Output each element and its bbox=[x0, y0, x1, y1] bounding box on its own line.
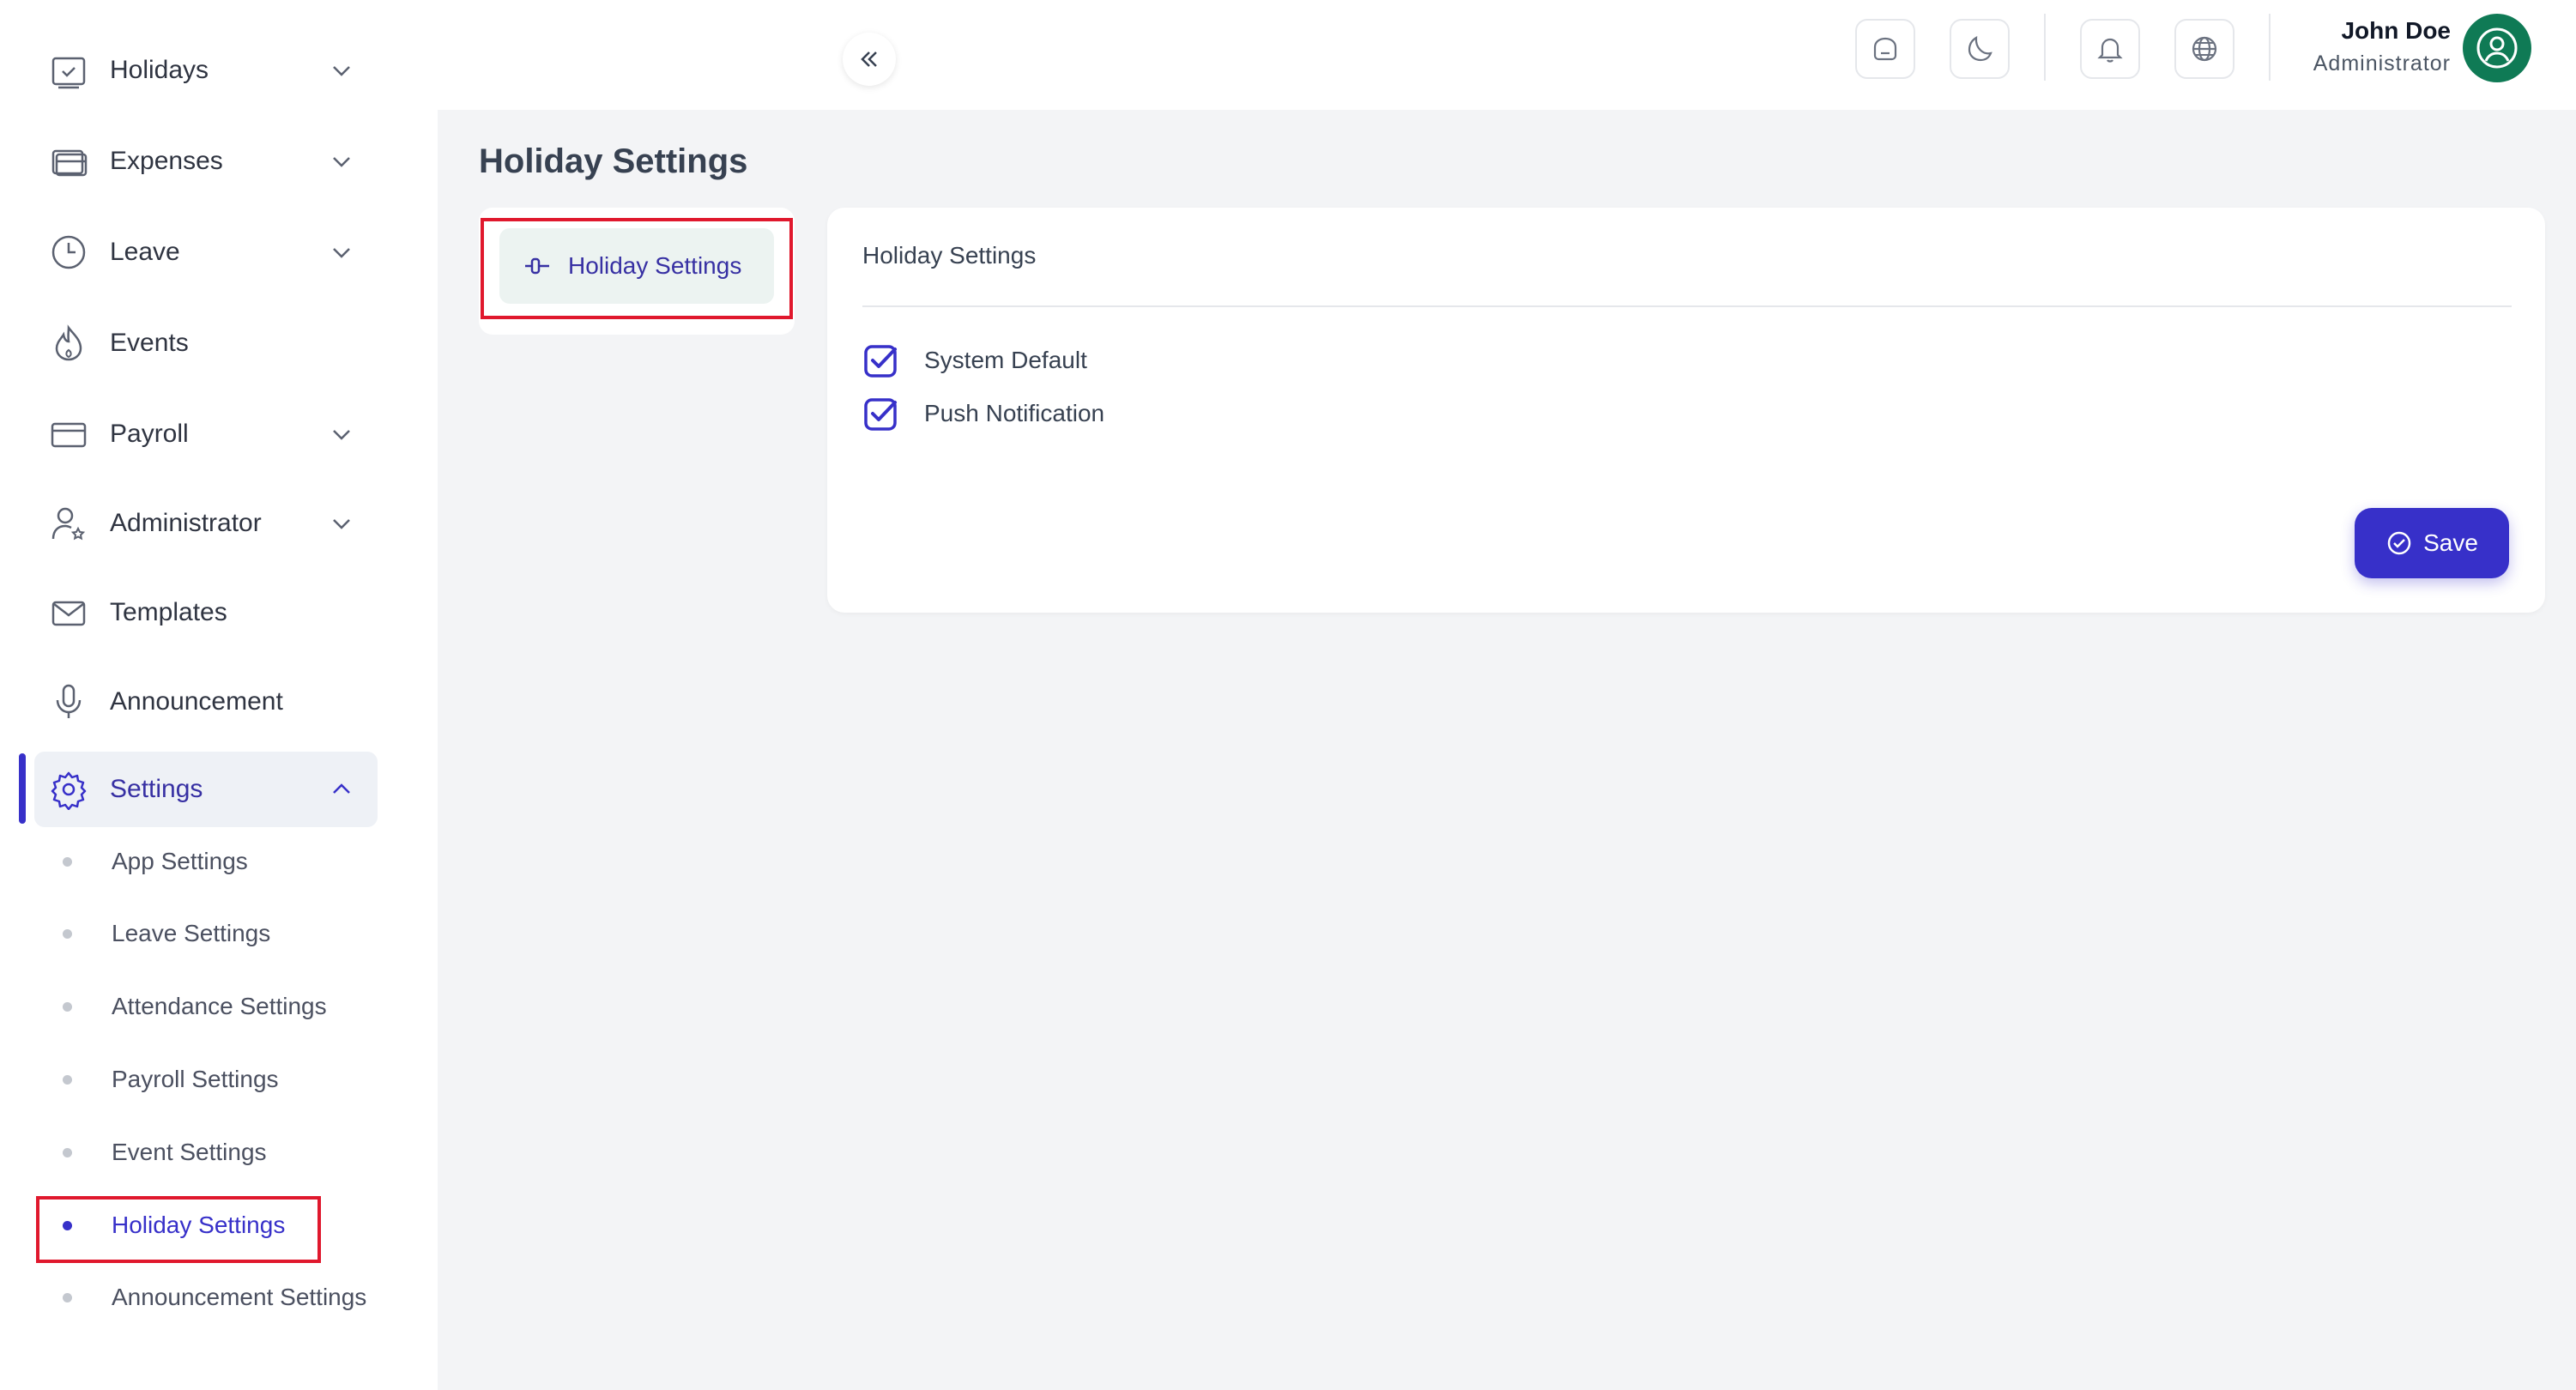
flame-icon bbox=[55, 324, 82, 361]
sidebar-item-label: Templates bbox=[110, 598, 227, 626]
chevron-down-icon bbox=[333, 157, 350, 167]
sub-item-payroll-settings[interactable]: Payroll Settings bbox=[34, 1054, 412, 1105]
microphone-icon bbox=[56, 684, 82, 718]
sidebar-item-announcement[interactable]: Announcement bbox=[34, 664, 378, 740]
sidebar-item-settings[interactable]: Settings bbox=[34, 752, 378, 827]
sidebar-item-administrator[interactable]: Administrator bbox=[34, 486, 378, 561]
bullet-dot bbox=[63, 1002, 72, 1012]
language-button[interactable] bbox=[2174, 19, 2234, 79]
sidebar-item-label: Settings bbox=[110, 775, 203, 803]
dark-mode-toggle[interactable] bbox=[1950, 19, 2010, 79]
option-system-default: System Default bbox=[862, 341, 1087, 379]
sidebar-item-label: Holidays bbox=[110, 56, 209, 84]
bullet-dot bbox=[63, 857, 72, 867]
save-button[interactable]: Save bbox=[2355, 508, 2509, 578]
user-name: John Doe bbox=[2341, 17, 2451, 44]
option-label: Push Notification bbox=[924, 400, 1105, 426]
checkbox-checked-icon[interactable] bbox=[862, 341, 900, 379]
sub-item-label: Leave Settings bbox=[112, 920, 271, 946]
checkbox-checked-icon[interactable] bbox=[862, 395, 900, 432]
bullet-dot bbox=[63, 929, 72, 939]
sub-item-label: App Settings bbox=[112, 848, 248, 874]
double-chevron-left-icon bbox=[861, 51, 877, 67]
sidebar-item-label: Events bbox=[110, 329, 189, 357]
home-icon bbox=[1873, 37, 1897, 61]
sidebar-item-payroll[interactable]: Payroll bbox=[34, 396, 378, 472]
sidebar-item-label: Leave bbox=[110, 238, 180, 266]
highlight-box bbox=[36, 1196, 321, 1263]
bullet-dot bbox=[63, 1148, 72, 1157]
credit-card-icon bbox=[51, 422, 87, 448]
header-divider bbox=[2044, 14, 2046, 81]
clock-icon bbox=[51, 235, 86, 269]
sidebar-item-leave[interactable]: Leave bbox=[34, 215, 378, 290]
active-indicator bbox=[19, 753, 26, 824]
sidebar-item-templates[interactable]: Templates bbox=[34, 575, 378, 650]
top-header: John Doe Administrator bbox=[438, 0, 2576, 110]
option-label: System Default bbox=[924, 347, 1087, 373]
user-circle-icon bbox=[2476, 27, 2518, 69]
wallet-icon bbox=[51, 149, 88, 177]
notifications-button[interactable] bbox=[2080, 19, 2140, 79]
header-divider bbox=[2269, 14, 2271, 81]
sub-item-label: Event Settings bbox=[112, 1139, 267, 1165]
mail-icon bbox=[51, 601, 86, 626]
chevron-down-icon bbox=[333, 430, 350, 440]
avatar[interactable] bbox=[2463, 14, 2531, 82]
check-circle-icon bbox=[2387, 531, 2411, 555]
sub-item-event-settings[interactable]: Event Settings bbox=[34, 1127, 412, 1178]
card-title: Holiday Settings bbox=[862, 242, 1037, 269]
chevron-down-icon bbox=[333, 248, 350, 258]
sub-item-app-settings[interactable]: App Settings bbox=[34, 836, 412, 887]
chevron-down-icon bbox=[333, 519, 350, 529]
sidebar-item-events[interactable]: Events bbox=[34, 305, 378, 381]
option-push-notification: Push Notification bbox=[862, 395, 1104, 432]
bell-icon bbox=[2097, 38, 2123, 63]
sub-item-label: Payroll Settings bbox=[112, 1066, 279, 1092]
sidebar: Holidays Expenses Leave Events Payroll A… bbox=[0, 0, 438, 1390]
globe-icon bbox=[2192, 36, 2217, 62]
save-label: Save bbox=[2423, 529, 2478, 556]
sidebar-item-label: Announcement bbox=[110, 687, 283, 716]
divider bbox=[862, 305, 2512, 307]
highlight-box bbox=[481, 218, 793, 319]
gear-icon bbox=[51, 771, 87, 810]
chevron-down-icon bbox=[333, 66, 350, 76]
sub-item-attendance-settings[interactable]: Attendance Settings bbox=[34, 981, 412, 1032]
user-star-icon bbox=[51, 507, 86, 541]
calendar-check-icon bbox=[51, 57, 86, 89]
page-title: Holiday Settings bbox=[479, 142, 748, 180]
sidebar-item-holidays[interactable]: Holidays bbox=[34, 33, 378, 108]
sub-item-label: Attendance Settings bbox=[112, 993, 327, 1019]
bullet-dot bbox=[63, 1075, 72, 1085]
sidebar-item-label: Expenses bbox=[110, 147, 223, 175]
collapse-sidebar-button[interactable] bbox=[843, 33, 896, 86]
user-role: Administrator bbox=[2313, 51, 2451, 76]
home-button[interactable] bbox=[1855, 19, 1915, 79]
sidebar-item-expenses[interactable]: Expenses bbox=[34, 124, 378, 199]
sidebar-item-label: Administrator bbox=[110, 509, 262, 537]
chevron-up-icon bbox=[333, 783, 350, 794]
bullet-dot bbox=[63, 1293, 72, 1302]
sub-item-label: Announcement Settings bbox=[112, 1284, 367, 1310]
sidebar-item-label: Payroll bbox=[110, 420, 189, 448]
sub-item-leave-settings[interactable]: Leave Settings bbox=[34, 908, 412, 959]
sub-item-announcement-settings[interactable]: Announcement Settings bbox=[34, 1272, 412, 1323]
moon-icon bbox=[1968, 35, 1992, 62]
